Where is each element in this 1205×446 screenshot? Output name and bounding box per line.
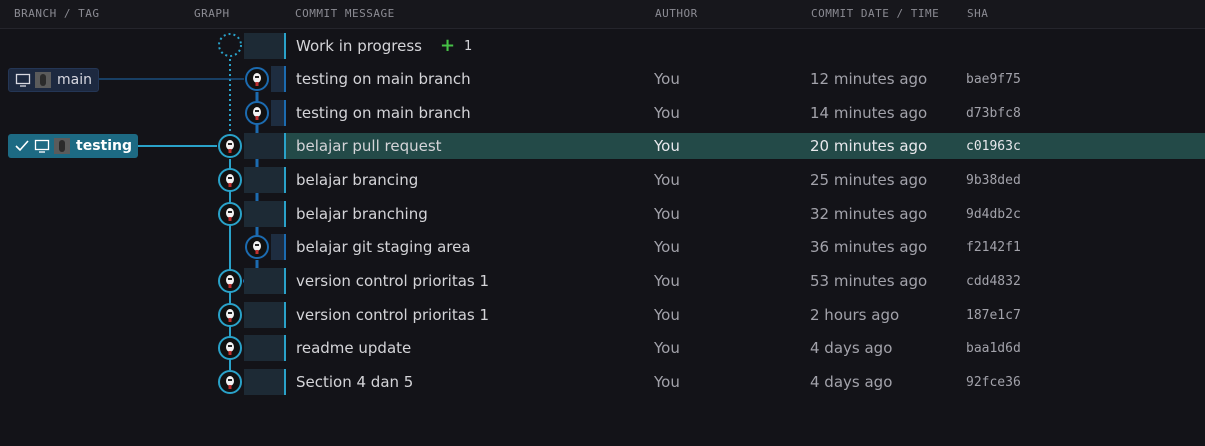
commit-author: You	[654, 238, 680, 256]
commit-node-avatar[interactable]	[217, 167, 243, 193]
header-commit-date[interactable]: COMMIT DATE / TIME	[811, 7, 939, 20]
commit-node-avatar[interactable]	[217, 201, 243, 227]
commit-author: You	[654, 272, 680, 290]
graph-strip	[244, 268, 284, 294]
commit-sha: 92fce36	[966, 375, 1021, 390]
lane-border	[284, 201, 286, 227]
wip-row[interactable]: Work in progress + 1	[0, 33, 1205, 66]
graph-strip	[244, 302, 284, 328]
commit-message: belajar git staging area	[296, 238, 471, 256]
commit-date: 53 minutes ago	[810, 272, 928, 290]
header-author[interactable]: AUTHOR	[655, 7, 698, 20]
commit-row[interactable]: belajar branching You 32 minutes ago 9d4db2…	[0, 201, 1205, 234]
commit-row[interactable]: belajar git staging area You 36 minutes ag…	[0, 234, 1205, 267]
wip-node-icon	[218, 33, 242, 57]
graph-strip	[244, 167, 284, 193]
commit-sha: baa1d6d	[966, 341, 1021, 356]
commit-date: 12 minutes ago	[810, 70, 928, 88]
header-graph[interactable]: GRAPH	[194, 7, 230, 20]
commit-author: You	[654, 339, 680, 357]
commit-message: readme update	[296, 339, 412, 357]
lane-border	[284, 369, 286, 395]
commit-date: 2 hours ago	[810, 306, 900, 324]
commit-sha: 187e1c7	[966, 308, 1021, 323]
wip-message: Work in progress	[296, 37, 422, 55]
commit-date: 25 minutes ago	[810, 171, 928, 189]
commit-node-avatar[interactable]	[217, 268, 243, 294]
commit-author: You	[654, 104, 680, 122]
commit-row[interactable]: testing on main branch You 14 minutes ago d…	[0, 100, 1205, 133]
commit-row[interactable]: belajar pull request You 20 minutes ago c01…	[0, 133, 1205, 166]
commit-author: You	[654, 70, 680, 88]
commit-message: testing on main branch	[296, 104, 471, 122]
lane-border	[284, 335, 286, 361]
commit-row[interactable]: version control prioritas 1 You 53 minutes…	[0, 268, 1205, 301]
lane-border	[284, 268, 286, 294]
commit-author: You	[654, 137, 680, 155]
commit-node-avatar[interactable]	[217, 133, 243, 159]
graph-strip	[271, 234, 284, 260]
graph-strip	[244, 369, 284, 395]
commit-node-avatar[interactable]	[244, 234, 270, 260]
graph-strip	[244, 335, 284, 361]
commit-sha: f2142f1	[966, 240, 1021, 255]
commit-message: belajar branching	[296, 205, 428, 223]
commit-date: 4 days ago	[810, 373, 893, 391]
commit-node-avatar[interactable]	[244, 100, 270, 126]
commit-sha: d73bfc8	[966, 106, 1021, 121]
commit-sha: bae9f75	[966, 72, 1021, 87]
commit-message: version control prioritas 1	[296, 306, 490, 324]
commit-node-avatar[interactable]	[217, 335, 243, 361]
graph-strip	[244, 133, 284, 159]
commit-row[interactable]: version control prioritas 1 You 2 hours ag…	[0, 302, 1205, 335]
commit-row[interactable]: readme update You 4 days ago baa1d6d	[0, 335, 1205, 368]
header-sha[interactable]: SHA	[967, 7, 988, 20]
commit-sha: 9d4db2c	[966, 207, 1021, 222]
commit-row[interactable]: testing on main branch You 12 minutes ago b…	[0, 66, 1205, 99]
plus-icon: +	[440, 35, 456, 56]
commit-message: belajar pull request	[296, 137, 442, 155]
lane-border	[284, 167, 286, 193]
column-header-bar: BRANCH / TAG GRAPH COMMIT MESSAGE AUTHOR…	[0, 0, 1205, 29]
commit-node-avatar[interactable]	[244, 66, 270, 92]
header-branch-tag[interactable]: BRANCH / TAG	[14, 7, 99, 20]
commit-author: You	[654, 373, 680, 391]
commit-message: belajar brancing	[296, 171, 419, 189]
commit-date: 32 minutes ago	[810, 205, 928, 223]
lane-border	[284, 66, 286, 92]
lane-border	[284, 234, 286, 260]
graph-strip	[271, 100, 284, 126]
commit-date: 4 days ago	[810, 339, 893, 357]
graph-strip	[271, 66, 284, 92]
lane-border	[284, 302, 286, 328]
lane-border	[284, 133, 286, 159]
graph-strip	[244, 201, 284, 227]
commit-author: You	[654, 306, 680, 324]
commit-author: You	[654, 205, 680, 223]
wip-count: 1	[464, 39, 473, 54]
commit-node-avatar[interactable]	[217, 369, 243, 395]
commit-row[interactable]: belajar brancing You 25 minutes ago 9b38ded	[0, 167, 1205, 200]
commit-row[interactable]: Section 4 dan 5 You 4 days ago 92fce36	[0, 369, 1205, 402]
header-commit-message[interactable]: COMMIT MESSAGE	[295, 7, 395, 20]
commit-sha: 9b38ded	[966, 173, 1021, 188]
commit-sha: c01963c	[966, 139, 1021, 154]
commit-message: testing on main branch	[296, 70, 471, 88]
commit-date: 14 minutes ago	[810, 104, 928, 122]
commit-date: 36 minutes ago	[810, 238, 928, 256]
commit-sha: cdd4832	[966, 274, 1021, 289]
commit-message: Section 4 dan 5	[296, 373, 414, 391]
commit-node-avatar[interactable]	[217, 302, 243, 328]
lane-border	[284, 33, 286, 59]
commit-message: version control prioritas 1	[296, 272, 490, 290]
commit-author: You	[654, 171, 680, 189]
graph-strip	[244, 33, 284, 59]
commit-date: 20 minutes ago	[810, 137, 928, 155]
lane-border	[284, 100, 286, 126]
